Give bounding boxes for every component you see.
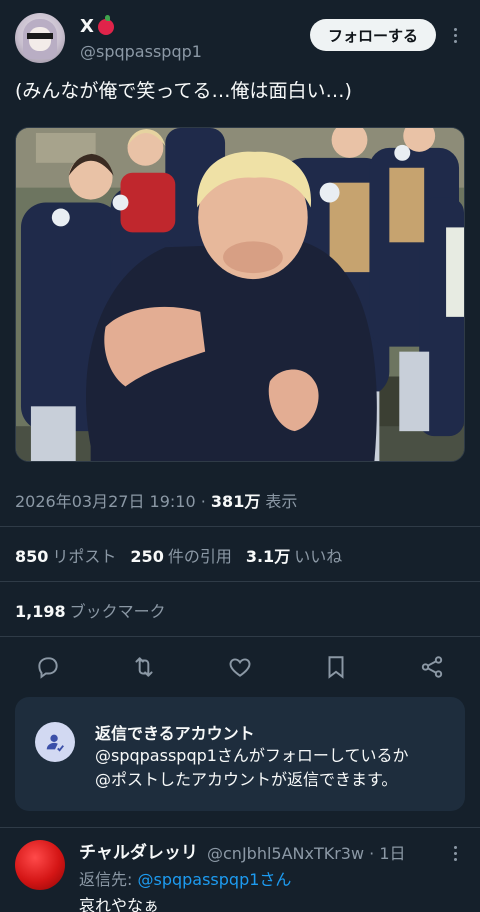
- repost-icon[interactable]: [131, 654, 157, 680]
- reply-restriction-icon: [35, 722, 75, 762]
- divider: [0, 526, 480, 527]
- like-icon[interactable]: [227, 654, 253, 680]
- reply-to-prefix: 返信先:: [79, 870, 138, 889]
- reply-author-name[interactable]: チャルダレッリ: [79, 838, 198, 863]
- reply-to-line: 返信先: @spqpasspqp1さん: [79, 866, 291, 890]
- tweet-meta: 2026年03月27日 19:10 · 381万 表示: [15, 488, 297, 512]
- author-handle[interactable]: @spqpasspqp1: [80, 42, 202, 61]
- divider: [0, 581, 480, 582]
- reposts-stat[interactable]: 850 リポスト: [15, 543, 116, 567]
- quotes-stat[interactable]: 250 件の引用: [130, 543, 231, 567]
- quotes-label: 件の引用: [167, 547, 232, 566]
- engagement-stats: 850 リポスト 250 件の引用 3.1万 いいね: [15, 543, 342, 567]
- divider: [0, 827, 480, 828]
- share-icon[interactable]: [419, 654, 445, 680]
- reply-restriction-title: 返信できるアカウント: [95, 724, 255, 743]
- likes-label: いいね: [294, 547, 343, 566]
- reply-icon[interactable]: [35, 654, 61, 680]
- meta-separator: ·: [200, 492, 206, 511]
- reply-author-avatar[interactable]: [15, 840, 65, 890]
- tweet-text: (みんなが俺で笑ってる…俺は面白い…): [15, 80, 352, 102]
- more-icon[interactable]: [447, 22, 463, 48]
- reply-restriction-line2: @ポストしたアカウントが返信できます。: [95, 770, 398, 789]
- bookmarks-count: 1,198: [15, 602, 66, 621]
- reply-restriction-line1: @spqpasspqp1さんがフォローしているか: [95, 746, 409, 765]
- bookmarks-label: ブックマーク: [69, 602, 166, 621]
- reply-author-handle[interactable]: @cnJbhl5ANxTKr3w · 1日: [207, 840, 406, 864]
- likes-stat[interactable]: 3.1万 いいね: [246, 543, 342, 567]
- views-count: 381万: [210, 492, 261, 511]
- author-name[interactable]: X: [80, 14, 114, 37]
- reposts-label: リポスト: [52, 547, 117, 566]
- author-avatar[interactable]: [15, 13, 65, 63]
- tweet-timestamp[interactable]: 2026年03月27日 19:10: [15, 492, 196, 511]
- views-label: 表示: [265, 492, 298, 511]
- apple-emoji-icon: [97, 14, 114, 35]
- follow-button[interactable]: フォローする: [310, 19, 436, 51]
- divider: [0, 636, 480, 637]
- tweet-media-image[interactable]: [15, 127, 465, 462]
- reply-more-icon[interactable]: [447, 840, 463, 866]
- action-bar: [0, 650, 480, 684]
- reply-text: 哀れやなぁ: [79, 896, 160, 912]
- reply-restriction-body: @spqpasspqp1さんがフォローしているか @ポストしたアカウントが返信で…: [95, 744, 408, 792]
- bookmark-icon[interactable]: [323, 654, 349, 680]
- author-display-name[interactable]: X: [80, 16, 94, 37]
- reposts-count: 850: [15, 547, 49, 566]
- reply-to-handle[interactable]: @spqpasspqp1さん: [137, 870, 291, 889]
- reply-restriction-card: 返信できるアカウント @spqpasspqp1さんがフォローしているか @ポスト…: [15, 697, 465, 811]
- bookmarks-stat[interactable]: 1,198 ブックマーク: [15, 598, 166, 622]
- likes-count: 3.1万: [245, 547, 291, 566]
- quotes-count: 250: [130, 547, 164, 566]
